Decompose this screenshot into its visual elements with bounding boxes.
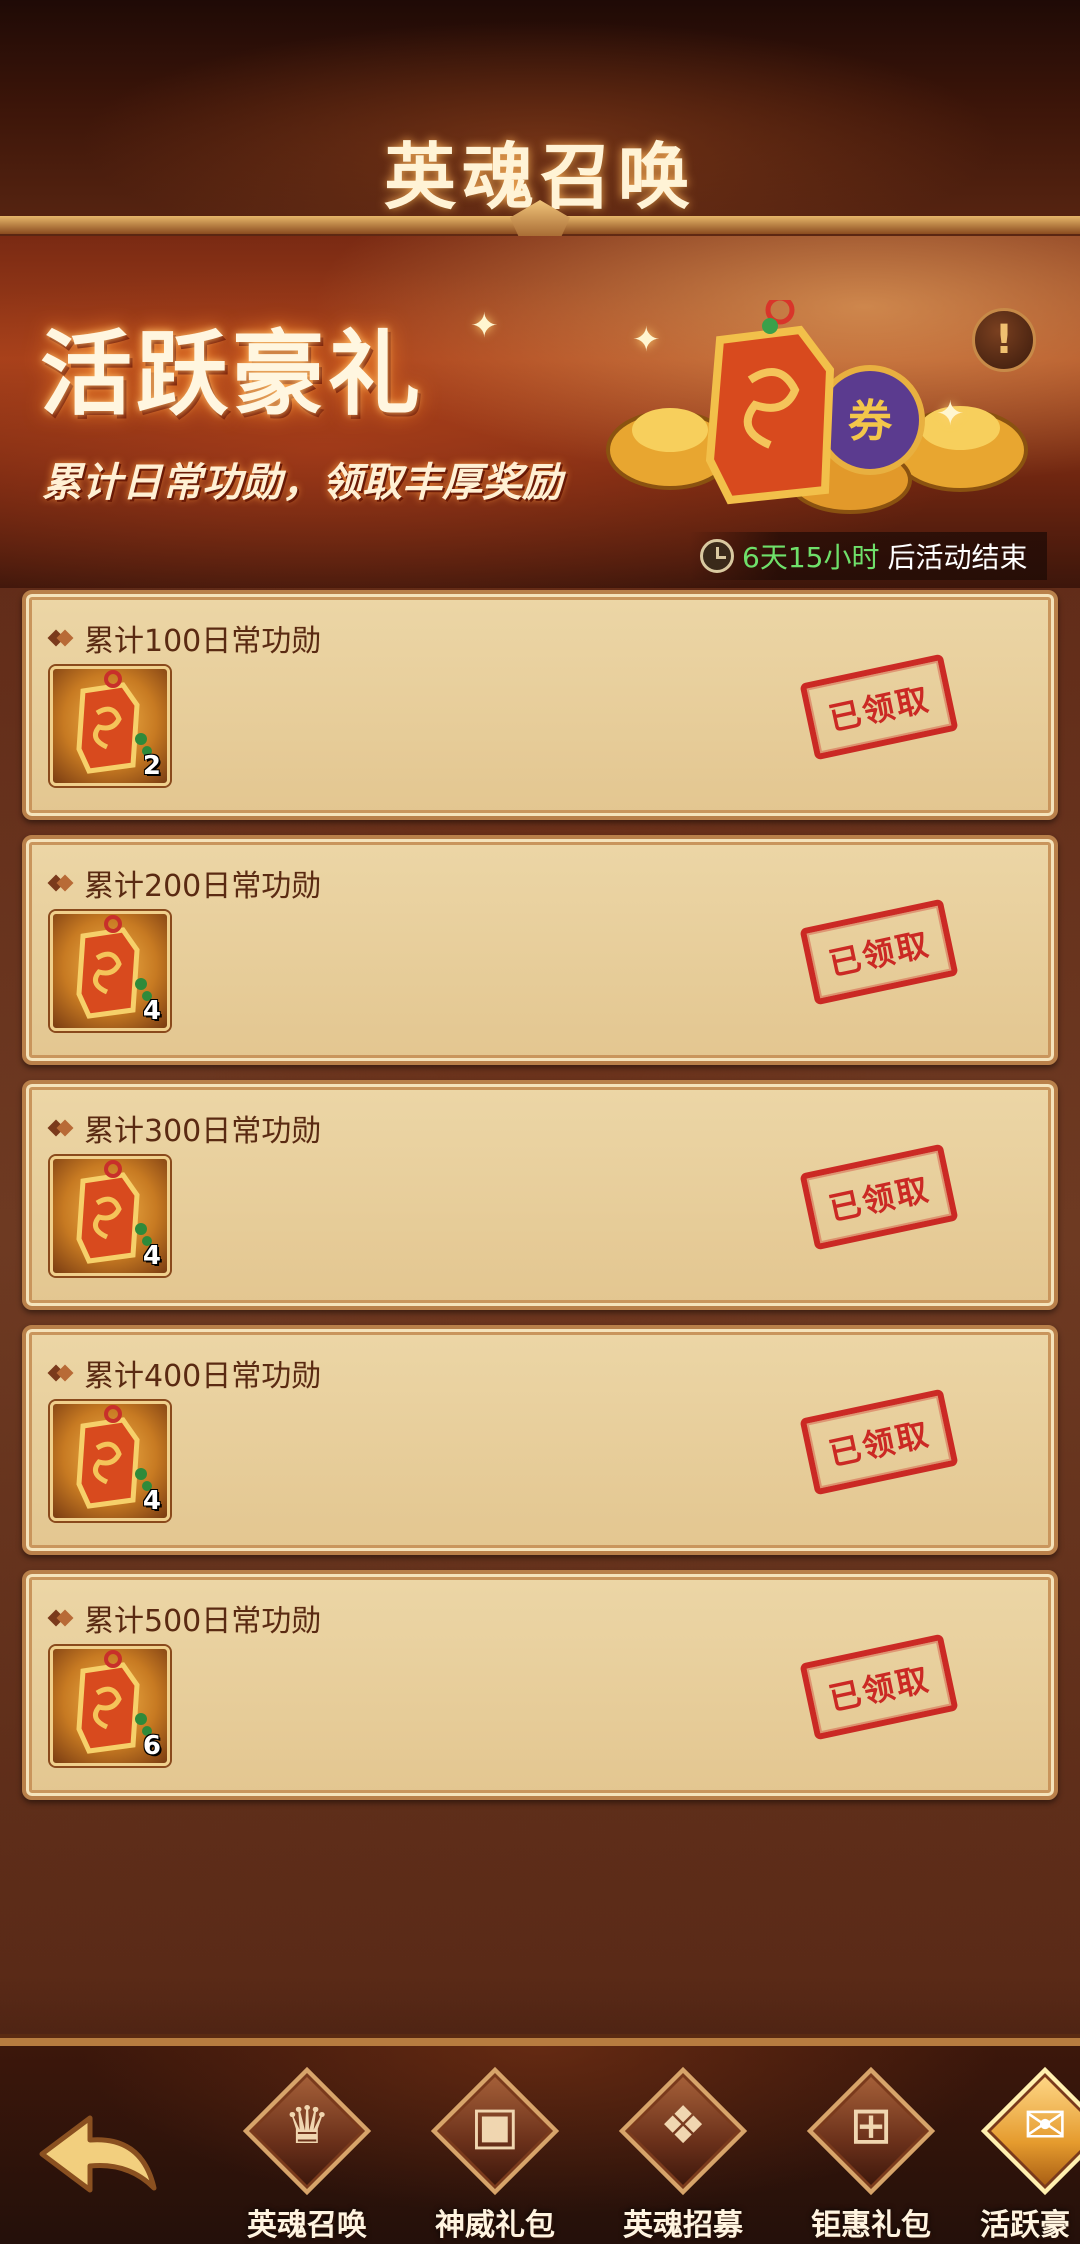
present-icon: ⊞ xyxy=(849,2096,893,2156)
tab-label: 活跃豪 xyxy=(980,2208,1070,2243)
timer-suffix: 后活动结束 xyxy=(887,541,1028,574)
item-count: 6 xyxy=(142,1731,161,1761)
bottom-nav: ♛ 英魂召唤 ▣ 神威礼包 ❖ 英魂招募 ⊞ 钜惠礼包 ✉ 活跃豪 xyxy=(0,2038,1080,2244)
banner-title: 活跃豪礼 xyxy=(40,320,425,428)
diamond-bullet-icon xyxy=(48,1365,72,1381)
envelope-star-icon: ✉ xyxy=(1023,2096,1067,2156)
claimed-stamp: 已领取 xyxy=(799,898,959,1006)
tab-discount-pack[interactable]: ⊞ 钜惠礼包 xyxy=(786,2060,956,2244)
reward-list: 累计100日常功勋 2 已领取 累计200日常功勋 4 已领取 累计300日常功… xyxy=(22,590,1058,1815)
reward-card: 累计300日常功勋 4 已领取 xyxy=(22,1080,1058,1310)
claimed-stamp: 已领取 xyxy=(799,653,959,761)
back-arrow-icon[interactable] xyxy=(32,2106,162,2206)
sparkle-icon: ✦ xyxy=(936,394,965,434)
reward-item-slot[interactable]: 6 xyxy=(50,1646,170,1766)
gift-box-icon: ▣ xyxy=(470,2096,520,2156)
sparkle-icon: ✦ xyxy=(470,306,499,346)
event-banner: 活跃豪礼 ✦ ✦ 累计日常功勋，领取丰厚奖励 券 ✦ ! 6天15小时 后活动结… xyxy=(0,236,1080,588)
svg-text:券: 券 xyxy=(848,396,893,447)
item-count: 4 xyxy=(142,996,161,1026)
claimed-stamp: 已领取 xyxy=(799,1143,959,1251)
item-count: 4 xyxy=(142,1486,161,1516)
diamond-bullet-icon xyxy=(48,630,72,646)
banner-subtitle: 累计日常功勋，领取丰厚奖励 xyxy=(42,459,562,506)
reward-header: 累计200日常功勋 xyxy=(48,861,321,905)
clock-icon xyxy=(700,539,734,573)
reward-header: 累计400日常功勋 xyxy=(48,1351,321,1395)
diamond-bullet-icon xyxy=(48,875,72,891)
tab-label: 英魂召唤 xyxy=(247,2208,367,2243)
reward-header: 累计500日常功勋 xyxy=(48,1596,321,1640)
flame-emblem-icon: ❖ xyxy=(659,2096,707,2156)
reward-label: 累计400日常功勋 xyxy=(84,1359,322,1394)
reward-item-slot[interactable]: 4 xyxy=(50,1401,170,1521)
reward-item-slot[interactable]: 4 xyxy=(50,1156,170,1276)
reward-card: 累计200日常功勋 4 已领取 xyxy=(22,835,1058,1065)
tab-hero-recruit[interactable]: ❖ 英魂招募 xyxy=(598,2060,768,2244)
header-bar: 英魂召唤 xyxy=(0,0,1080,244)
crown-emblem-icon: ♛ xyxy=(283,2096,331,2156)
reward-item-slot[interactable]: 2 xyxy=(50,666,170,786)
reward-label: 累计200日常功勋 xyxy=(84,869,322,904)
reward-item-slot[interactable]: 4 xyxy=(50,911,170,1031)
timer-remaining: 6天15小时 xyxy=(742,541,880,574)
header-divider-right xyxy=(560,216,1080,234)
reward-card: 累计400日常功勋 4 已领取 xyxy=(22,1325,1058,1555)
tab-label: 钜惠礼包 xyxy=(811,2208,931,2243)
info-button[interactable]: ! xyxy=(972,308,1036,372)
tab-divine-pack[interactable]: ▣ 神威礼包 xyxy=(410,2060,580,2244)
claimed-stamp: 已领取 xyxy=(799,1633,959,1741)
reward-header: 累计300日常功勋 xyxy=(48,1106,321,1150)
tab-active-gift[interactable]: ✉ 活跃豪 xyxy=(960,2060,1080,2244)
reward-label: 累计500日常功勋 xyxy=(84,1604,322,1639)
diamond-bullet-icon xyxy=(48,1610,72,1626)
tab-hero-summon[interactable]: ♛ 英魂召唤 xyxy=(222,2060,392,2244)
header-divider-left xyxy=(0,216,520,234)
tab-label: 英魂招募 xyxy=(623,2208,743,2243)
reward-label: 累计100日常功勋 xyxy=(84,624,322,659)
reward-header: 累计100日常功勋 xyxy=(48,616,321,660)
reward-card: 累计100日常功勋 2 已领取 xyxy=(22,590,1058,820)
event-timer: 6天15小时 后活动结束 xyxy=(690,532,1048,580)
reward-label: 累计300日常功勋 xyxy=(84,1114,322,1149)
item-count: 4 xyxy=(142,1241,161,1271)
claimed-stamp: 已领取 xyxy=(799,1388,959,1496)
tab-label: 神威礼包 xyxy=(435,2208,555,2243)
reward-card: 累计500日常功勋 6 已领取 xyxy=(22,1570,1058,1800)
item-count: 2 xyxy=(142,751,161,781)
diamond-bullet-icon xyxy=(48,1120,72,1136)
